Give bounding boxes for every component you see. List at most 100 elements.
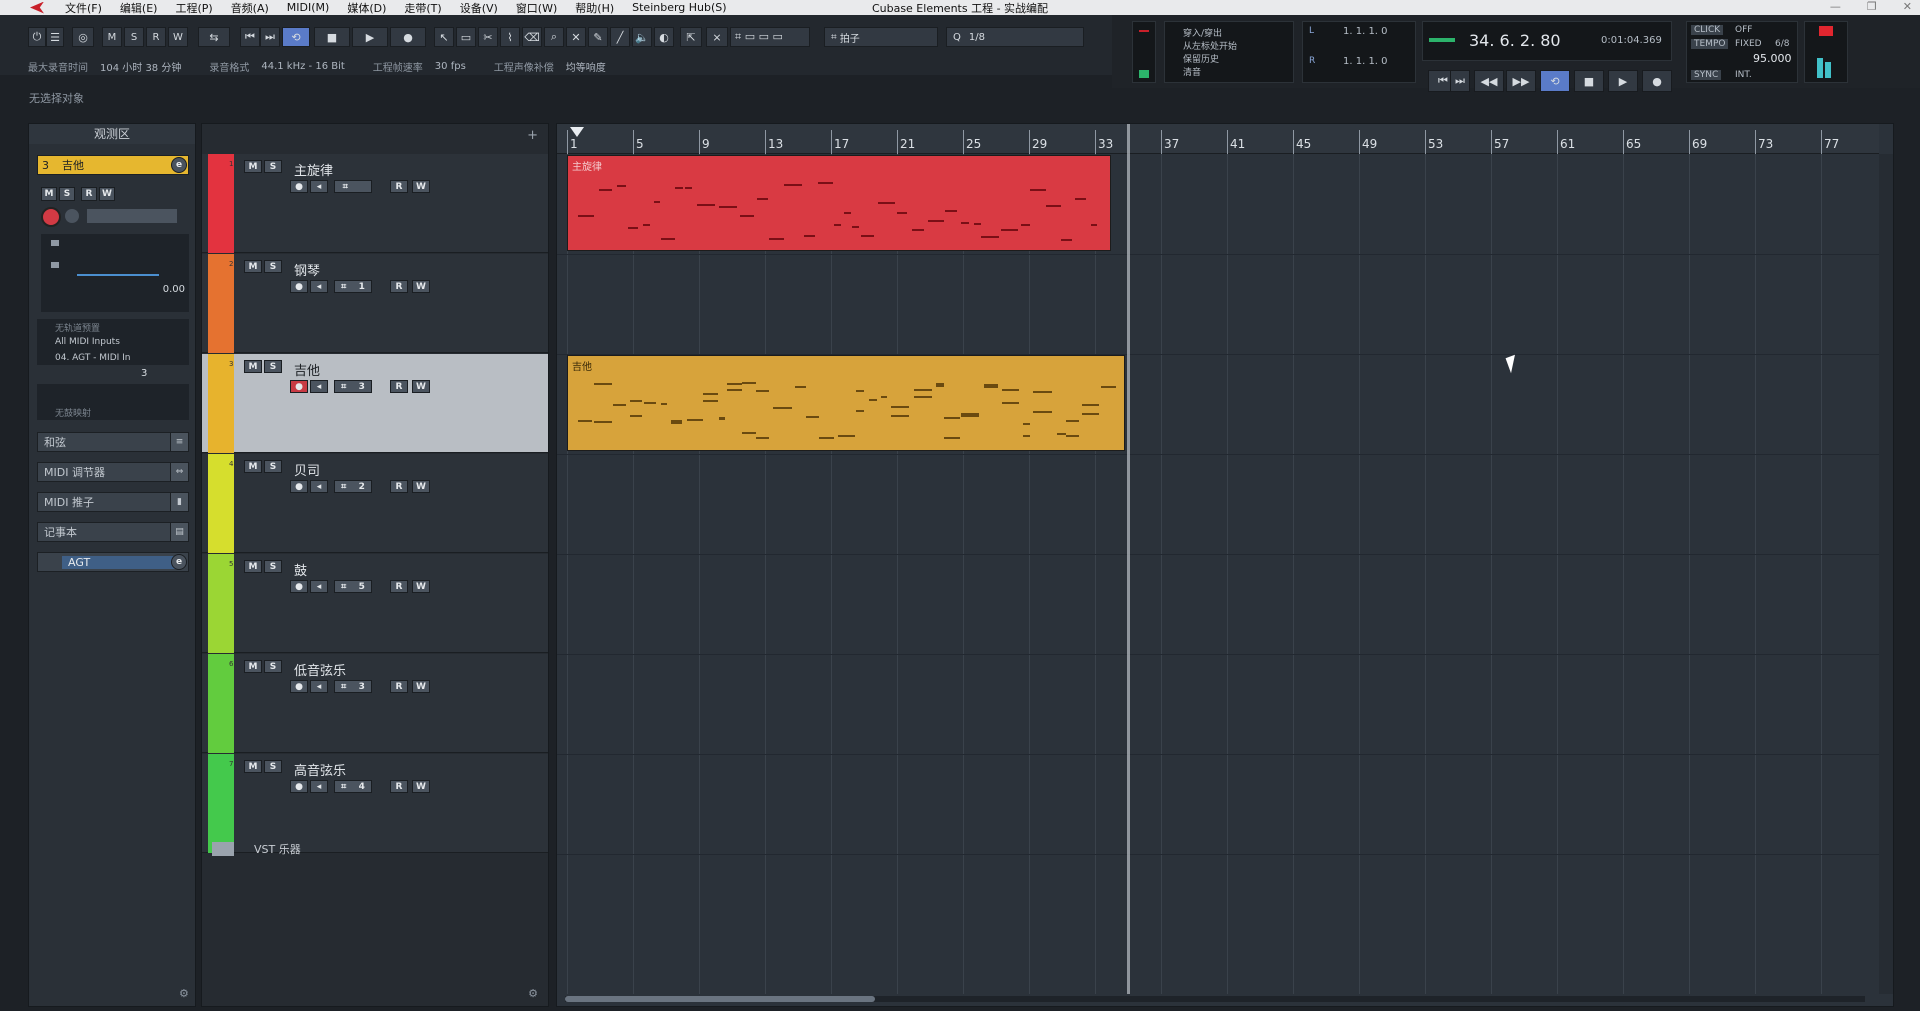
midi-channel-value[interactable]: 3 (141, 368, 147, 379)
left-locator-marker[interactable] (570, 127, 584, 137)
track-solo-button[interactable]: S (264, 460, 282, 473)
track-row[interactable]: 3 M S 吉他 ● ◂ ⌗ 3 R W (202, 354, 548, 453)
tempo-label[interactable]: TEMPO (1691, 39, 1729, 49)
inspector-write-button[interactable]: W (99, 187, 115, 201)
quantize-dropdown[interactable]: Q 1/8 (946, 27, 1084, 47)
track-name[interactable]: 吉他 (294, 360, 320, 379)
track-row[interactable]: 6 M S 低音弦乐 ● ◂ ⌗ 3 R W (202, 654, 548, 753)
track-name[interactable]: 鼓 (294, 560, 307, 579)
track-monitor-icon[interactable]: ◂ (310, 680, 328, 693)
ruler[interactable]: 1 5 9 13 17 21 25 29 33 37 41 45 49 53 57 61 65 69 73 77 (557, 124, 1879, 154)
track-mute-button[interactable]: M (244, 660, 262, 673)
menu-transport[interactable]: 走带(T) (395, 0, 450, 16)
track-read-button[interactable]: R (390, 180, 408, 193)
track-mute-button[interactable]: M (244, 460, 262, 473)
track-channel-field[interactable]: ⌗ 1 (334, 280, 372, 293)
track-read-button[interactable]: R (390, 580, 408, 593)
add-track-icon[interactable]: + (527, 128, 538, 143)
track-name[interactable]: 钢琴 (294, 260, 320, 279)
track-name[interactable]: 主旋律 (294, 160, 333, 179)
track-solo-button[interactable]: S (264, 160, 282, 173)
menu-edit[interactable]: 编辑(E) (111, 0, 167, 16)
track-preset-label[interactable]: 无轨道预置 (55, 321, 100, 334)
keep-history-label[interactable]: 保留历史 (1183, 52, 1219, 65)
stop-icon[interactable]: ■ (314, 27, 350, 47)
activate-project-icon[interactable]: ⏻ (28, 27, 46, 47)
line-tool-icon[interactable]: ╱ (610, 27, 630, 47)
marker-icon[interactable]: ◎ (72, 27, 94, 47)
play-icon[interactable]: ▶ (352, 27, 388, 47)
track-row[interactable]: 2 M S 钢琴 ● ◂ ⌗ 1 R W (202, 254, 548, 353)
inspector-lane-field[interactable] (87, 209, 177, 223)
track-row[interactable]: 7 M S 高音弦乐 ● ◂ ⌗ 4 R W (202, 754, 548, 853)
track-write-button[interactable]: W (412, 180, 430, 193)
pan-law-value[interactable]: 均等响度 (566, 59, 606, 74)
menu-help[interactable]: 帮助(H) (566, 0, 623, 16)
left-locator-icon[interactable]: L (1309, 26, 1314, 36)
inspector-section-instrument[interactable]: AGT ▸ (37, 552, 189, 572)
toolbar-read-all-button[interactable]: R (146, 27, 166, 47)
inspector-mute-button[interactable]: M (41, 187, 57, 201)
track-write-button[interactable]: W (412, 680, 430, 693)
color-tool-icon[interactable]: ◐ (654, 27, 674, 47)
track-monitor-icon[interactable]: ◂ (310, 480, 328, 493)
midi-input-value[interactable]: All MIDI Inputs (55, 337, 120, 347)
track-read-button[interactable]: R (390, 480, 408, 493)
inspector-record-enable-icon[interactable] (41, 207, 61, 227)
go-to-end-icon[interactable]: ⏭ (260, 27, 280, 47)
inspector-read-button[interactable]: R (81, 187, 97, 201)
track-list-settings-icon[interactable]: ⚙ (528, 987, 538, 1000)
menu-project[interactable]: 工程(P) (166, 0, 221, 16)
midi-output-value[interactable]: 04. AGT - MIDI In (55, 353, 131, 363)
track-monitor-icon[interactable]: ◂ (310, 380, 328, 393)
track-solo-button[interactable]: S (264, 360, 282, 373)
track-record-enable-icon[interactable]: ● (290, 180, 308, 193)
split-tool-icon[interactable]: ✂ (478, 27, 498, 47)
project-cursor[interactable] (1127, 124, 1130, 994)
transport-play-icon[interactable]: ▶ (1608, 70, 1638, 92)
track-channel-field[interactable]: ⌗ 5 (334, 580, 372, 593)
track-channel-field[interactable]: ⌗ (334, 180, 372, 193)
track-solo-button[interactable]: S (264, 760, 282, 773)
menu-media[interactable]: 媒体(D) (338, 0, 395, 16)
track-channel-field[interactable]: ⌗ 2 (334, 480, 372, 493)
track-record-enable-icon[interactable]: ● (290, 780, 308, 793)
record-format-value[interactable]: 44.1 kHz - 16 Bit (261, 61, 344, 72)
track-color-strip[interactable] (208, 454, 234, 553)
scrollbar-thumb[interactable] (565, 996, 875, 1002)
transport-stop-icon[interactable]: ■ (1574, 70, 1604, 92)
track-write-button[interactable]: W (412, 380, 430, 393)
transport-record-icon[interactable]: ● (1642, 70, 1672, 92)
grid-type-dropdown[interactable]: ⌗ 拍子 (824, 27, 938, 47)
track-monitor-icon[interactable]: ◂ (310, 180, 328, 193)
inspector-section-midi-fader[interactable]: MIDI 推子 ▮ (37, 492, 189, 512)
track-record-enable-icon[interactable]: ● (290, 280, 308, 293)
close-icon[interactable]: ✕ (1903, 0, 1912, 13)
click-value[interactable]: OFF (1735, 25, 1752, 35)
inspector-section-notepad[interactable]: 记事本 ▤ (37, 522, 189, 542)
snap-toggle-icon[interactable]: ⨯ (706, 27, 728, 47)
track-solo-button[interactable]: S (264, 660, 282, 673)
eraser-tool-icon[interactable]: ⌫ (522, 27, 542, 47)
track-read-button[interactable]: R (390, 380, 408, 393)
go-to-start-icon[interactable]: ⏮ (240, 27, 260, 47)
range-tool-icon[interactable]: ▭ (456, 27, 476, 47)
right-locator-icon[interactable]: R (1309, 56, 1315, 66)
track-monitor-icon[interactable]: ◂ (310, 280, 328, 293)
sync-value[interactable]: INT. (1735, 70, 1752, 80)
track-mute-button[interactable]: M (244, 160, 262, 173)
clean-label[interactable]: 清音 (1183, 65, 1201, 78)
track-monitor-icon[interactable]: ◂ (310, 780, 328, 793)
track-row[interactable]: 4 M S 贝司 ● ◂ ⌗ 2 R W (202, 454, 548, 553)
midi-part[interactable]: 主旋律 (567, 155, 1111, 251)
track-name[interactable]: 贝司 (294, 460, 320, 479)
track-write-button[interactable]: W (412, 280, 430, 293)
drum-map-label[interactable]: 无鼓映射 (55, 406, 91, 419)
menu-audio[interactable]: 音频(A) (222, 0, 278, 16)
menu-window[interactable]: 窗口(W) (507, 0, 566, 16)
draw-tool-icon[interactable]: ✎ (588, 27, 608, 47)
track-read-button[interactable]: R (390, 280, 408, 293)
cycle-icon[interactable]: ⟲ (282, 27, 310, 47)
inspector-monitor-icon[interactable] (65, 209, 79, 223)
left-locator-value[interactable]: 1. 1. 1. 0 (1343, 26, 1388, 37)
